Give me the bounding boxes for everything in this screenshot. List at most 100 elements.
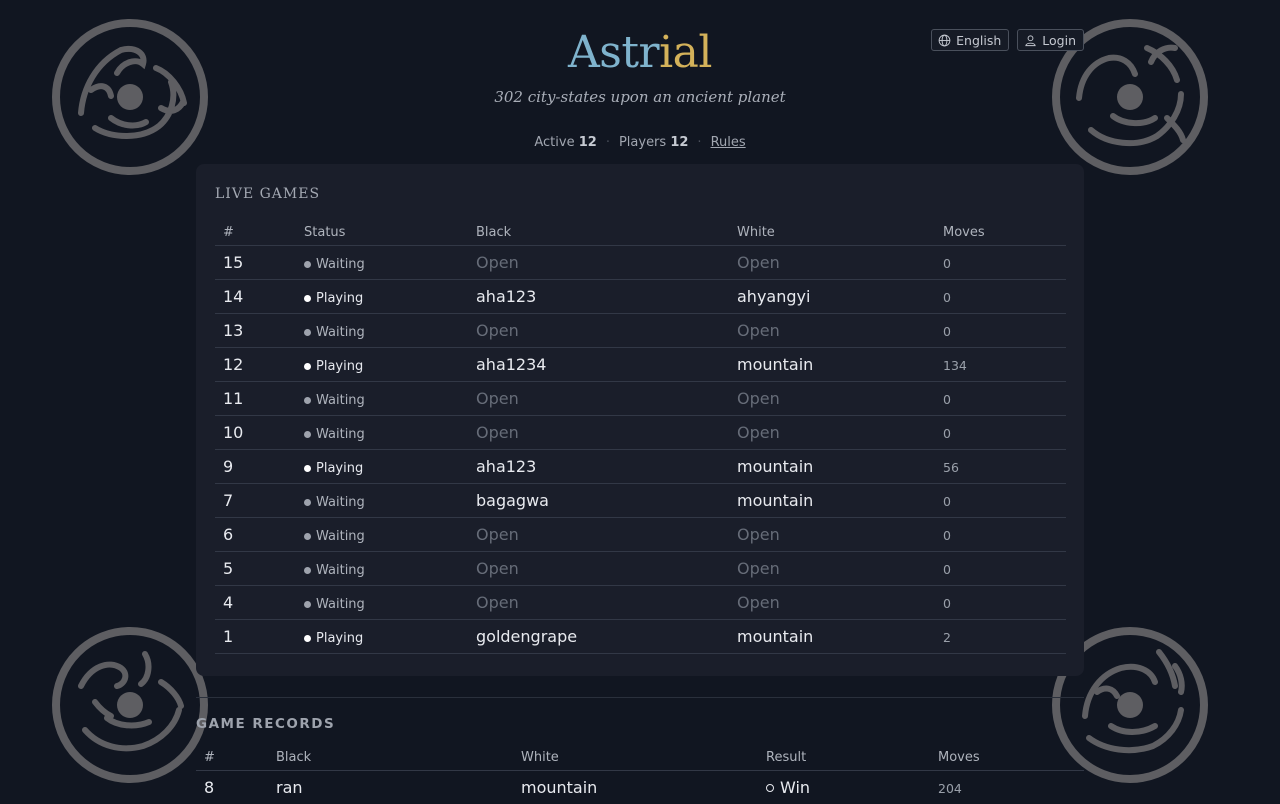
- white-player[interactable]: Open: [737, 321, 780, 340]
- column-header-black: Black: [468, 220, 729, 246]
- black-player-cell: Open: [468, 246, 729, 280]
- game-number-cell: 10: [215, 416, 296, 450]
- moves-cell: 0: [935, 314, 1066, 348]
- status-badge: Waiting: [304, 492, 468, 510]
- black-player[interactable]: Open: [476, 559, 519, 578]
- tiger-emblem-icon: [51, 626, 209, 784]
- black-player[interactable]: aha1234: [476, 355, 546, 374]
- white-player[interactable]: Open: [737, 593, 780, 612]
- white-player[interactable]: Open: [737, 423, 780, 442]
- black-player[interactable]: ran: [276, 778, 303, 797]
- white-stone-icon: [766, 784, 774, 792]
- live-game-row[interactable]: 6WaitingOpenOpen0: [215, 518, 1066, 552]
- black-player[interactable]: Open: [476, 321, 519, 340]
- black-player[interactable]: Open: [476, 525, 519, 544]
- game-number: 9: [223, 457, 233, 476]
- column-header-white: White: [513, 745, 758, 771]
- black-player-cell: Open: [468, 314, 729, 348]
- black-player[interactable]: aha123: [476, 287, 536, 306]
- live-game-row[interactable]: 15WaitingOpenOpen0: [215, 246, 1066, 280]
- live-game-row[interactable]: 5WaitingOpenOpen0: [215, 552, 1066, 586]
- record-number-cell: 8: [196, 771, 268, 804]
- status-label: Waiting: [316, 257, 365, 272]
- move-count: 0: [943, 290, 951, 305]
- active-label: Active: [534, 135, 574, 150]
- status-dot-icon: [304, 295, 311, 302]
- status-dot-icon: [304, 499, 311, 506]
- white-player-cell: ahyangyi: [729, 280, 935, 314]
- white-player[interactable]: ahyangyi: [737, 287, 810, 306]
- live-game-row[interactable]: 13 Waiting Open Open 0: [215, 314, 1066, 348]
- game-number: 13: [223, 321, 243, 340]
- page-subtitle: 302 city-states upon an ancient planet: [0, 88, 1280, 106]
- live-game-row[interactable]: 14Playingaha123ahyangyi0: [215, 280, 1066, 314]
- section-divider: [196, 697, 1084, 698]
- moves-cell: 2: [935, 620, 1066, 654]
- white-player[interactable]: mountain: [521, 778, 597, 797]
- white-player-cell: Open: [729, 552, 935, 586]
- game-number-cell: 4: [215, 586, 296, 620]
- black-player[interactable]: Open: [476, 389, 519, 408]
- status-cell: Playing: [296, 280, 468, 314]
- black-player[interactable]: Open: [476, 593, 519, 612]
- status-dot-icon: [304, 431, 311, 438]
- black-player[interactable]: bagagwa: [476, 491, 549, 510]
- live-game-row[interactable]: 12Playingaha1234mountain134: [215, 348, 1066, 382]
- game-records-title: GAME RECORDS: [196, 716, 335, 732]
- live-game-row[interactable]: 4WaitingOpenOpen0: [215, 586, 1066, 620]
- white-player-cell: mountain: [729, 620, 935, 654]
- white-player[interactable]: mountain: [737, 457, 813, 476]
- white-player[interactable]: Open: [737, 525, 780, 544]
- white-player-cell: mountain: [729, 450, 935, 484]
- game-number: 10: [223, 423, 243, 442]
- black-player-cell: aha123: [468, 280, 729, 314]
- status-badge: Playing: [304, 356, 468, 374]
- stats-bar: Active 12·Players 12·Rules: [0, 135, 1280, 150]
- status-dot-icon: [304, 567, 311, 574]
- live-game-row[interactable]: 7Waitingbagagwamountain0: [215, 484, 1066, 518]
- status-cell: Playing: [296, 620, 468, 654]
- status-cell: Waiting: [296, 314, 468, 348]
- game-number-cell: 15: [215, 246, 296, 280]
- black-player-cell: Open: [468, 416, 729, 450]
- game-number: 1: [223, 627, 233, 646]
- column-header-result: Result: [758, 745, 930, 771]
- white-player[interactable]: mountain: [737, 491, 813, 510]
- white-player[interactable]: Open: [737, 253, 780, 272]
- game-number: 15: [223, 253, 243, 272]
- live-game-row[interactable]: 10WaitingOpenOpen0: [215, 416, 1066, 450]
- live-game-row[interactable]: 9 Playing aha123 mountain 56: [215, 450, 1066, 484]
- column-header-white: White: [729, 220, 935, 246]
- status-dot-icon: [304, 601, 311, 608]
- move-count: 0: [943, 392, 951, 407]
- black-player[interactable]: goldengrape: [476, 627, 577, 646]
- status-label: Waiting: [316, 427, 365, 442]
- white-player[interactable]: mountain: [737, 355, 813, 374]
- status-label: Playing: [316, 359, 363, 374]
- move-count: 0: [943, 494, 951, 509]
- white-player[interactable]: Open: [737, 389, 780, 408]
- game-record-row[interactable]: 8ranmountainWin204: [196, 771, 1084, 804]
- status-badge: Waiting: [304, 254, 468, 272]
- move-count: 56: [943, 460, 959, 475]
- status-badge: Playing: [304, 628, 468, 646]
- live-game-row[interactable]: 1 Playing goldengrape mountain 2: [215, 620, 1066, 654]
- black-player[interactable]: aha123: [476, 457, 536, 476]
- record-number: 8: [204, 778, 214, 797]
- black-player[interactable]: Open: [476, 423, 519, 442]
- stats-separator: ·: [697, 135, 701, 150]
- status-label: Playing: [316, 631, 363, 646]
- game-number-cell: 1: [215, 620, 296, 654]
- white-player[interactable]: Open: [737, 559, 780, 578]
- status-badge: Playing: [304, 458, 468, 476]
- live-games-header-row: # Status Black White Moves: [215, 220, 1066, 246]
- live-game-row[interactable]: 11WaitingOpenOpen0: [215, 382, 1066, 416]
- white-player[interactable]: mountain: [737, 627, 813, 646]
- status-dot-icon: [304, 465, 311, 472]
- black-player[interactable]: Open: [476, 253, 519, 272]
- black-player-cell: goldengrape: [468, 620, 729, 654]
- status-label: Waiting: [316, 563, 365, 578]
- white-player-cell: Open: [729, 314, 935, 348]
- game-number-cell: 5: [215, 552, 296, 586]
- rules-link[interactable]: Rules: [711, 135, 746, 150]
